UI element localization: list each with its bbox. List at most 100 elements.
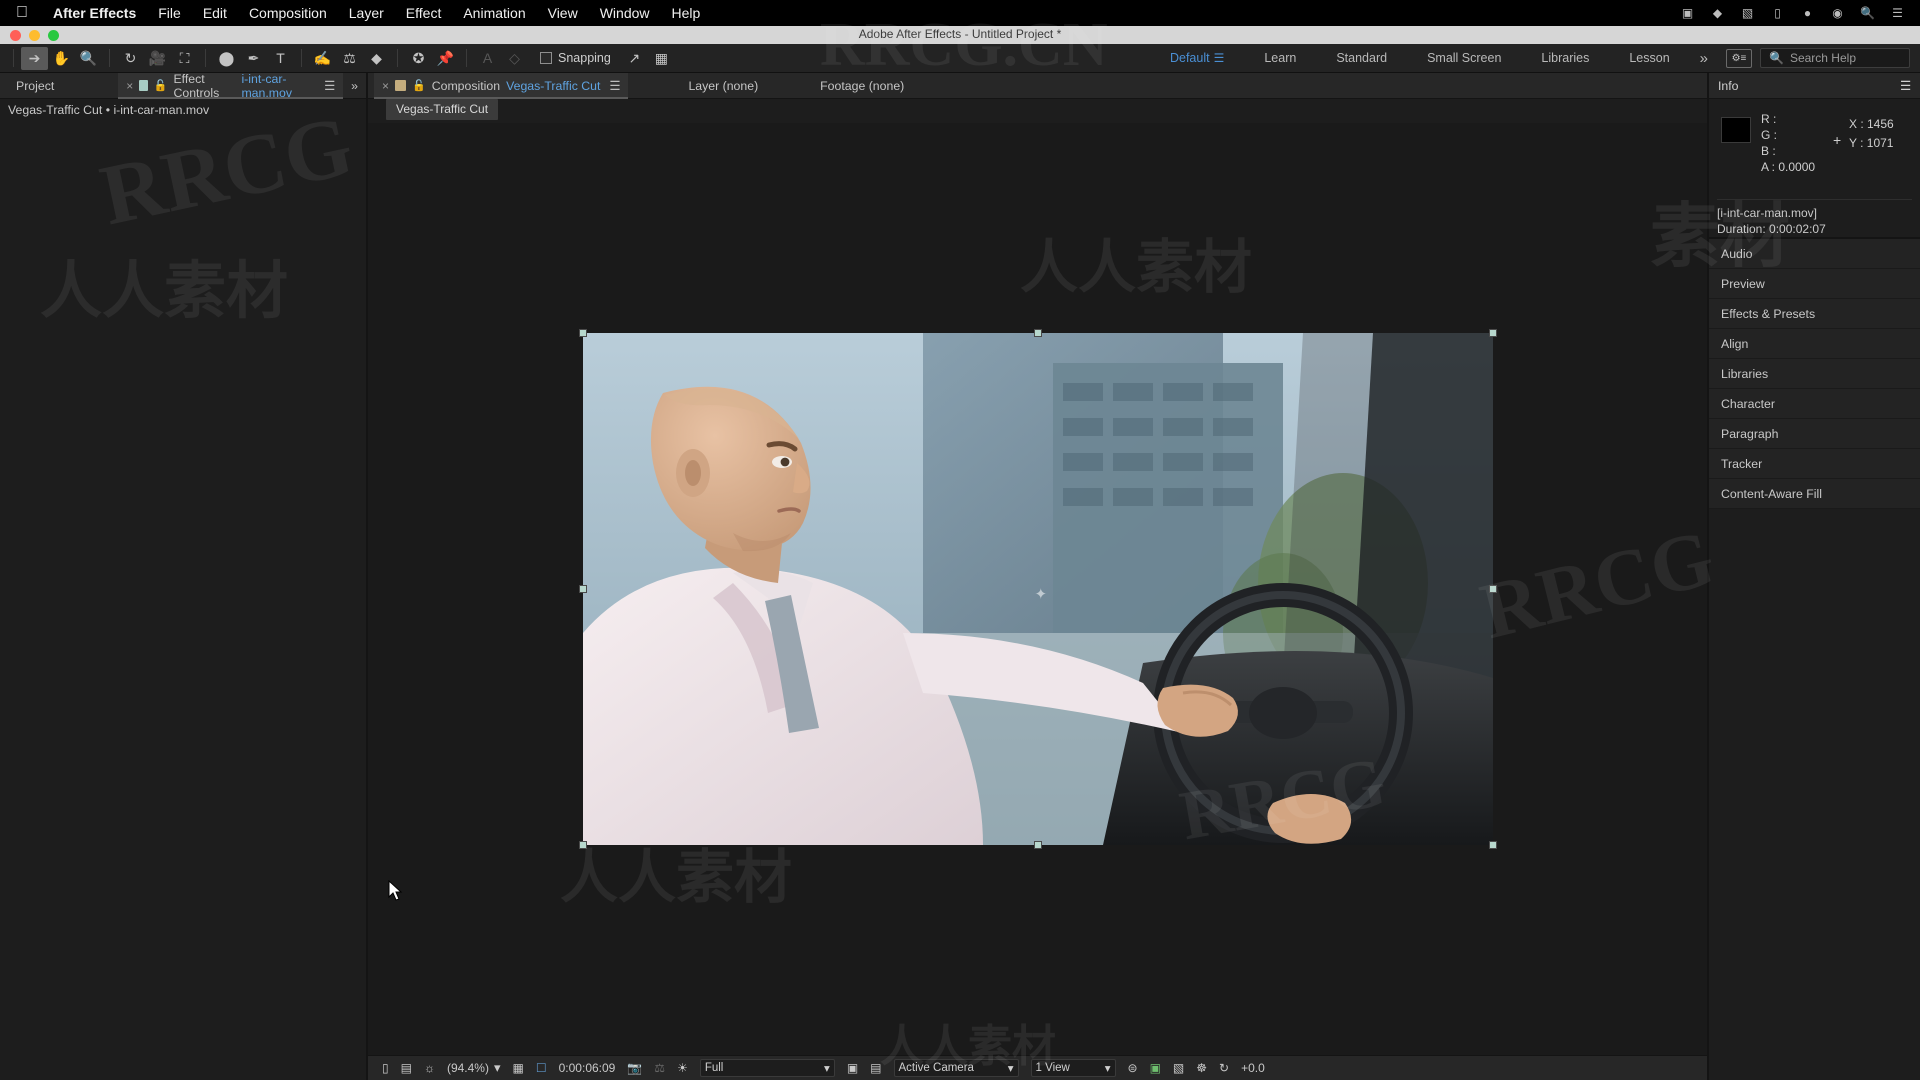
clone-stamp-tool[interactable]: ⚖ [336, 47, 363, 70]
tab-composition[interactable]: × 🔓 Composition Vegas-Traffic Cut ☰ [374, 72, 629, 99]
snapping-checkbox[interactable] [540, 52, 552, 64]
transparency-grid-icon[interactable]: ▣ [841, 1061, 864, 1075]
panel-paragraph[interactable]: Paragraph [1709, 419, 1920, 449]
hand-tool[interactable]: ✋ [48, 47, 75, 70]
mask-icon[interactable]: ▤ [864, 1061, 887, 1075]
selection-tool[interactable]: ➔ [21, 46, 48, 70]
tab-effect-controls[interactable]: × 🔓 Effect Controls i-int-car-man.mov ☰ [118, 72, 344, 100]
composition-canvas[interactable]: ✦ [582, 333, 1493, 845]
tab-layer[interactable]: Layer (none) [680, 73, 766, 99]
always-preview-icon[interactable]: ▯ [376, 1061, 395, 1075]
control-center-icon[interactable]: ☰ [1889, 6, 1906, 20]
exposure-value[interactable]: +0.0 [1235, 1061, 1271, 1075]
workspace-tab-lesson[interactable]: Lesson [1609, 44, 1689, 73]
selection-handle-tl[interactable] [578, 329, 587, 337]
menu-animation[interactable]: Animation [452, 5, 536, 21]
search-icon[interactable]: 🔍 [1859, 6, 1876, 20]
display-icon[interactable]: ▧ [1739, 6, 1756, 20]
selection-handle-tr[interactable] [1488, 329, 1497, 337]
panel-tracker[interactable]: Tracker [1709, 449, 1920, 479]
camera-select[interactable]: Active Camera ▾ [888, 1059, 1025, 1077]
workspace-tab-learn[interactable]: Learn [1244, 44, 1316, 73]
pixel-aspect-icon[interactable]: ⊜ [1122, 1061, 1144, 1075]
close-icon[interactable]: × [126, 79, 133, 93]
workspace-tab-small-screen[interactable]: Small Screen [1407, 44, 1521, 73]
snap-arrow-icon[interactable]: ↗ [621, 47, 648, 70]
panel-menu-icon[interactable]: ☰ [609, 79, 620, 93]
battery-icon[interactable]: ▯ [1769, 6, 1786, 20]
selection-handle-tc[interactable] [1033, 329, 1042, 337]
selection-handle-bc[interactable] [1033, 841, 1042, 849]
panel-preview[interactable]: Preview [1709, 269, 1920, 299]
screen-record-icon[interactable]: ▣ [1679, 6, 1696, 20]
camera-tool[interactable]: 🎥 [144, 47, 171, 70]
panel-align[interactable]: Align [1709, 329, 1920, 359]
apple-logo-icon[interactable]:  [16, 4, 28, 22]
snapping-control[interactable]: Snapping [540, 51, 611, 65]
panel-menu-icon[interactable]: ☰ [1900, 79, 1911, 93]
panel-character[interactable]: Character [1709, 389, 1920, 419]
search-help-field[interactable]: 🔍 Search Help [1760, 48, 1910, 68]
puppet-pin-tool[interactable]: 📌 [432, 47, 459, 70]
tab-footage[interactable]: Footage (none) [812, 73, 912, 99]
grid-guides-icon[interactable]: ▦ [507, 1061, 530, 1075]
reset-exposure-icon[interactable]: ↻ [1213, 1061, 1235, 1075]
zoom-level-select[interactable]: (94.4%) ▾ [441, 1060, 507, 1076]
breadcrumb[interactable]: Vegas-Traffic Cut [386, 99, 499, 120]
selection-handle-bl[interactable] [578, 841, 587, 849]
workspace-layout-icon[interactable]: ⚙≡ [1726, 48, 1752, 68]
menu-edit[interactable]: Edit [192, 5, 238, 21]
color-icon[interactable]: ◉ [1829, 6, 1846, 20]
lock-icon[interactable]: 🔓 [412, 79, 426, 92]
3d-glasses-icon[interactable]: ☼ [418, 1061, 441, 1075]
cloud-icon[interactable]: ● [1799, 6, 1816, 20]
eraser-tool[interactable]: ◆ [363, 47, 390, 70]
zoom-tool[interactable]: 🔍 [75, 47, 102, 70]
roto-brush-tool[interactable]: ✪ [405, 47, 432, 70]
pen-tool[interactable]: ✒ [240, 47, 267, 70]
snap-grid-icon[interactable]: ▦ [648, 47, 675, 70]
selection-handle-mr[interactable] [1488, 585, 1497, 593]
tab-project[interactable]: Project [8, 73, 62, 99]
brush-tool[interactable]: ✍ [309, 47, 336, 70]
menu-help[interactable]: Help [661, 5, 712, 21]
timeline-icon[interactable]: ▧ [1167, 1061, 1190, 1075]
workspace-tab-default[interactable]: Default ☰ [1150, 44, 1244, 73]
menu-layer[interactable]: Layer [338, 5, 395, 21]
selection-handle-ml[interactable] [578, 585, 587, 593]
workspace-menu-icon[interactable]: ☰ [1214, 51, 1225, 65]
panel-overflow-icon[interactable]: » [343, 73, 366, 99]
dropbox-icon[interactable]: ◆ [1709, 6, 1726, 20]
viewer-timecode[interactable]: 0:00:06:09 [553, 1061, 622, 1075]
workspace-overflow-button[interactable]: » [1690, 50, 1718, 67]
type-tool[interactable]: T [267, 47, 294, 70]
menu-file[interactable]: File [147, 5, 192, 21]
main-viewer-icon[interactable]: ▤ [395, 1061, 418, 1075]
panel-effects-presets[interactable]: Effects & Presets [1709, 299, 1920, 329]
show-snapshot-icon[interactable]: ⚖ [648, 1061, 671, 1075]
shape-tool[interactable]: ⬤ [213, 47, 240, 70]
selection-handle-br[interactable] [1488, 841, 1497, 849]
workspace-tab-standard[interactable]: Standard [1316, 44, 1407, 73]
fast-previews-icon[interactable]: ▣ [1144, 1061, 1167, 1075]
menu-composition[interactable]: Composition [238, 5, 338, 21]
snapshot-icon[interactable]: 📷 [621, 1061, 648, 1075]
comp-flowchart-icon[interactable]: ☸ [1190, 1061, 1213, 1075]
close-icon[interactable]: × [382, 79, 389, 93]
workspace-tab-libraries[interactable]: Libraries [1521, 44, 1609, 73]
panel-audio[interactable]: Audio [1709, 239, 1920, 269]
views-select[interactable]: 1 View ▾ [1025, 1059, 1122, 1077]
menu-view[interactable]: View [537, 5, 589, 21]
lock-icon[interactable]: 🔓 [154, 79, 168, 92]
channel-icon[interactable]: ☀ [671, 1061, 694, 1075]
menu-effect[interactable]: Effect [395, 5, 453, 21]
composition-viewport[interactable]: ✦ [368, 123, 1707, 1055]
menu-after-effects[interactable]: After Effects [42, 5, 147, 21]
pan-behind-tool[interactable]: ⛶ [171, 47, 198, 70]
region-of-interest-icon[interactable]: ☐ [530, 1061, 553, 1075]
menu-window[interactable]: Window [589, 5, 661, 21]
panel-libraries[interactable]: Libraries [1709, 359, 1920, 389]
resolution-select[interactable]: Full ▾ [694, 1059, 841, 1077]
rotation-tool[interactable]: ↻ [117, 47, 144, 70]
panel-menu-icon[interactable]: ☰ [324, 79, 335, 93]
